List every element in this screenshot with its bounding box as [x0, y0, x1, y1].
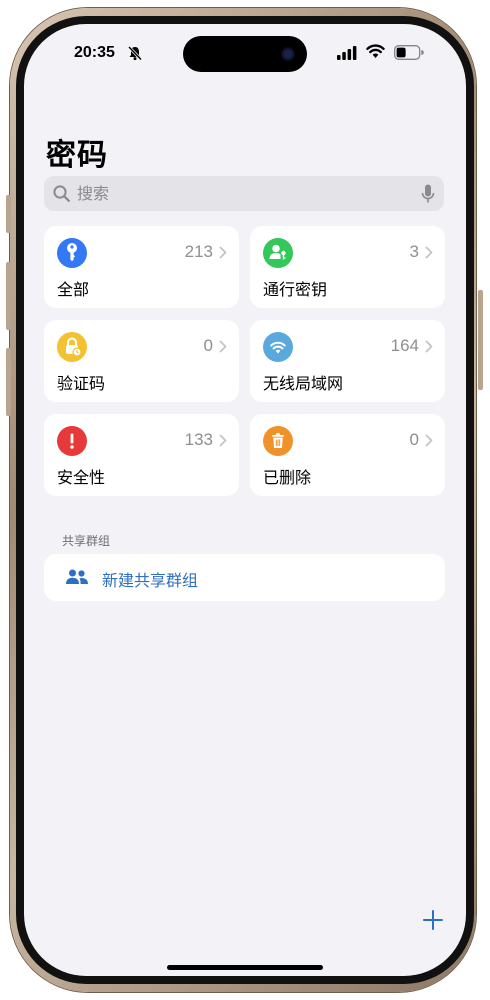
dynamic-island	[183, 36, 307, 72]
chevron-right-icon	[425, 434, 433, 447]
chevron-right-icon	[219, 434, 227, 447]
page-title: 密码	[46, 138, 108, 173]
category-grid: 213 全部 3 通行密钥 0 验证码 164 无线局域网 133 安全性 0 …	[44, 226, 445, 496]
category-label: 全部	[57, 280, 90, 299]
search-input[interactable]	[77, 176, 417, 211]
category-count: 3	[409, 242, 419, 261]
wifi-icon	[263, 332, 293, 362]
home-indicator[interactable]	[167, 965, 323, 970]
category-passkeys-card[interactable]: 3 通行密钥	[250, 226, 445, 308]
add-icon[interactable]	[422, 909, 444, 931]
category-label: 验证码	[57, 374, 106, 393]
category-count: 133	[184, 430, 213, 449]
chevron-right-icon	[219, 340, 227, 353]
volume-down-button	[6, 348, 11, 416]
chevron-right-icon	[219, 246, 227, 259]
cellular-signal-icon	[337, 46, 357, 60]
screen: 20:35 密码 搜索 213 全部 3 通行密钥 0 验证码 164 无线局域…	[24, 24, 466, 976]
category-deleted-card[interactable]: 0 已删除	[250, 414, 445, 496]
shared-groups-header: 共享群组	[62, 534, 111, 548]
category-count: 213	[184, 242, 213, 261]
search-bar[interactable]	[44, 176, 444, 211]
camera-icon	[281, 47, 295, 61]
category-count: 164	[390, 336, 419, 355]
category-label: 安全性	[57, 468, 106, 487]
volume-up-button	[6, 262, 11, 330]
category-all-card[interactable]: 213 全部	[44, 226, 239, 308]
battery-icon	[394, 45, 424, 60]
status-time: 20:35	[74, 44, 115, 61]
lock-clock-icon	[57, 332, 87, 362]
search-icon	[53, 185, 70, 202]
category-label: 已删除	[263, 468, 312, 487]
new-shared-group-button[interactable]: 新建共享群组	[44, 554, 445, 601]
action-button	[6, 195, 11, 233]
trash-icon	[263, 426, 293, 456]
category-count: 0	[203, 336, 213, 355]
category-verification-codes-card[interactable]: 0 验证码	[44, 320, 239, 402]
people-icon	[66, 569, 88, 584]
category-wifi-card[interactable]: 164 无线局域网	[250, 320, 445, 402]
new-shared-group-label: 新建共享群组	[102, 571, 199, 590]
exclamation-icon	[57, 426, 87, 456]
chevron-right-icon	[425, 246, 433, 259]
chevron-right-icon	[425, 340, 433, 353]
key-icon	[57, 238, 87, 268]
category-label: 通行密钥	[263, 280, 328, 299]
bell-slash-icon	[127, 45, 143, 61]
category-security-card[interactable]: 133 安全性	[44, 414, 239, 496]
category-count: 0	[409, 430, 419, 449]
category-label: 无线局域网	[263, 374, 344, 393]
person-key-icon	[263, 238, 293, 268]
microphone-icon[interactable]	[421, 184, 435, 204]
wifi-status-icon	[366, 44, 385, 58]
power-button	[478, 290, 483, 390]
